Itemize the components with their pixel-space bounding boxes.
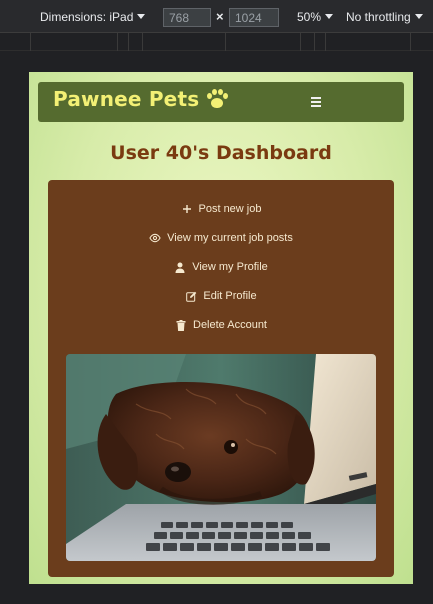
- chevron-down-icon: [414, 14, 423, 19]
- width-input[interactable]: [163, 8, 211, 27]
- ruler-tick: [117, 33, 118, 51]
- device-viewport: Pawnee Pets User 40's Dashboard Post new…: [29, 72, 413, 584]
- zoom-label: 50%: [297, 9, 322, 24]
- ruler-tick: [30, 33, 31, 51]
- dashboard-panel: Post new job View my current job posts V…: [48, 180, 394, 577]
- brand-logo[interactable]: Pawnee Pets: [53, 87, 229, 111]
- dimension-separator: ×: [216, 9, 224, 24]
- menu-link-label: Post new job: [198, 203, 262, 215]
- navbar: Pawnee Pets: [38, 82, 404, 122]
- ruler-tick: [410, 33, 411, 51]
- hamburger-icon: [311, 97, 321, 99]
- trash-icon: [175, 319, 187, 331]
- ruler-tick: [314, 33, 315, 51]
- menu-link-label: View my current job posts: [167, 232, 293, 244]
- edit-icon: [185, 290, 197, 302]
- media-query-bar[interactable]: [0, 33, 433, 51]
- menu-link-label: Delete Account: [193, 319, 267, 331]
- device-select[interactable]: Dimensions: iPad: [40, 0, 146, 33]
- post-new-job-link[interactable]: Post new job: [48, 200, 394, 218]
- throttle-select[interactable]: No throttling: [346, 0, 423, 33]
- delete-account-link[interactable]: Delete Account: [48, 316, 394, 334]
- page-title: User 40's Dashboard: [110, 142, 332, 164]
- hamburger-menu-button[interactable]: [306, 92, 326, 112]
- ruler-tick: [300, 33, 301, 51]
- eye-icon: [149, 232, 161, 244]
- throttle-label: No throttling: [346, 9, 411, 24]
- device-select-label: Dimensions: iPad: [40, 9, 134, 24]
- devtools-device-toolbar: Dimensions: iPad × 50% No throttling: [0, 0, 433, 33]
- menu-link-label: Edit Profile: [203, 290, 257, 302]
- view-job-posts-link[interactable]: View my current job posts: [48, 229, 394, 247]
- dog-on-laptop-photo: [66, 354, 376, 561]
- height-input[interactable]: [229, 8, 279, 27]
- brand-name: Pawnee Pets: [53, 87, 200, 111]
- chevron-down-icon: [137, 14, 146, 19]
- view-profile-link[interactable]: View my Profile: [48, 258, 394, 276]
- menu-link-label: View my Profile: [192, 261, 268, 273]
- ruler-tick: [225, 33, 226, 51]
- plus-icon: [181, 203, 193, 215]
- edit-profile-link[interactable]: Edit Profile: [48, 287, 394, 305]
- paw-icon: [206, 88, 229, 110]
- ruler-tick: [325, 33, 326, 51]
- dog-photo-illustration: [66, 354, 376, 561]
- zoom-select[interactable]: 50%: [297, 0, 334, 33]
- user-icon: [174, 261, 186, 273]
- ruler-tick: [142, 33, 143, 51]
- chevron-down-icon: [325, 14, 334, 19]
- ruler-tick: [128, 33, 129, 51]
